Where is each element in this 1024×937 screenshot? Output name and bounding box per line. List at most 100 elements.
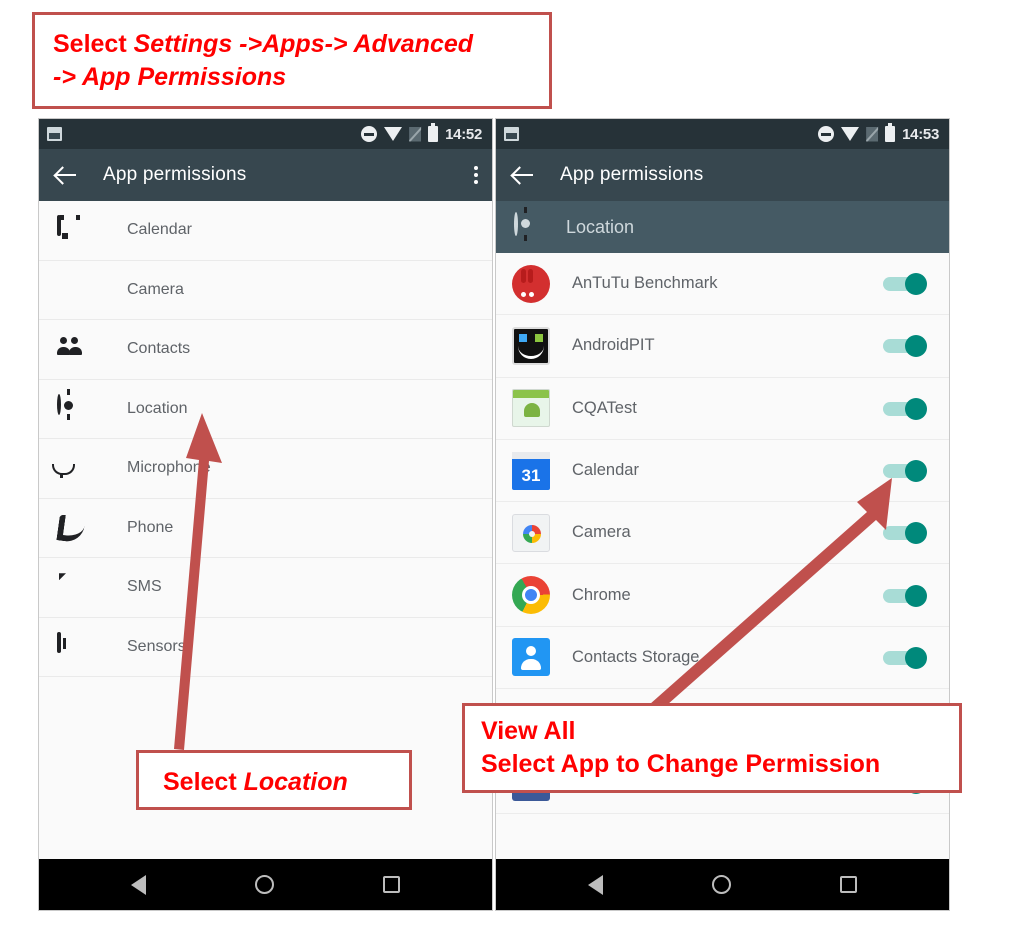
callout-steps-line1-plain: Select — [53, 30, 134, 58]
callout-steps-line1-italic: Settings ->Apps-> Advanced — [133, 30, 474, 58]
contacts-icon — [57, 336, 83, 362]
permission-toggle[interactable] — [883, 335, 927, 358]
permission-row-sms[interactable]: SMS — [39, 558, 492, 618]
screenshot-root: 14:52 App permissions Calendar Camera Co… — [0, 0, 1024, 937]
nav-recents-icon[interactable] — [839, 876, 857, 893]
camera-icon — [57, 277, 83, 303]
permission-toggle[interactable] — [883, 522, 927, 545]
camera-app-icon — [512, 513, 550, 552]
wifi-icon — [384, 127, 403, 141]
callout-steps-line2: -> App Permissions — [53, 63, 287, 91]
back-arrow-icon[interactable] — [55, 164, 77, 186]
battery-icon — [885, 123, 896, 142]
permission-row-microphone[interactable]: Microphone — [39, 439, 492, 499]
left-app-bar: App permissions — [39, 149, 492, 201]
status-right-icons: 14:52 — [361, 123, 482, 143]
nav-home-icon[interactable] — [711, 875, 731, 894]
permission-label: Contacts — [127, 340, 191, 358]
do-not-disturb-icon — [361, 126, 378, 142]
permission-toggle[interactable] — [883, 584, 927, 607]
overflow-menu-icon[interactable] — [473, 166, 478, 184]
app-label: CQATest — [572, 398, 637, 417]
left-status-bar: 14:52 — [39, 119, 492, 149]
app-label: AndroidPIT — [572, 336, 655, 355]
battery-icon — [428, 123, 439, 142]
permission-label: Sensors — [127, 637, 186, 655]
nav-back-icon[interactable] — [588, 874, 604, 895]
sms-icon — [57, 574, 83, 600]
callout-location-italic: Location — [243, 768, 348, 796]
app-row-cqatest[interactable]: CQATest — [496, 377, 949, 440]
permission-label: SMS — [127, 578, 162, 596]
permission-row-location[interactable]: Location — [39, 380, 492, 439]
status-clock: 14:53 — [902, 125, 939, 143]
page-title: App permissions — [103, 164, 247, 185]
screenshot-icon — [504, 127, 519, 141]
nav-recents-icon[interactable] — [382, 876, 400, 893]
permission-row-camera[interactable]: Camera — [39, 261, 492, 320]
callout-steps: Select Settings ->Apps-> Advanced -> App… — [32, 12, 552, 109]
location-subheader: Location — [496, 201, 949, 253]
page-title: App permissions — [560, 164, 704, 185]
callout-select-location: Select Location — [136, 750, 412, 810]
permission-row-calendar[interactable]: Calendar — [39, 201, 492, 261]
permission-label: Microphone — [127, 459, 211, 477]
app-label: AnTuTu Benchmark — [572, 274, 718, 293]
callout-viewall-line2: Select App to Change Permission — [481, 750, 881, 778]
permission-row-contacts[interactable]: Contacts — [39, 320, 492, 380]
permission-toggle[interactable] — [883, 273, 927, 296]
callout-viewall-line1: View All — [481, 717, 576, 745]
app-row-antutu[interactable]: AnTuTu Benchmark — [496, 253, 949, 316]
sensors-icon — [57, 631, 83, 660]
status-clock: 14:52 — [445, 125, 482, 143]
screenshot-icon — [47, 127, 62, 141]
app-row-contacts-storage[interactable]: Contacts Storage — [496, 626, 949, 690]
status-left-icons — [504, 127, 519, 141]
permission-label: Camera — [127, 280, 184, 298]
app-row-calendar[interactable]: 31 Calendar — [496, 439, 949, 503]
status-right-icons: 14:53 — [818, 123, 939, 143]
permission-toggle[interactable] — [883, 397, 927, 420]
calendar-icon — [57, 215, 83, 243]
antutu-icon — [512, 264, 550, 303]
no-sim-icon — [409, 126, 422, 142]
permissions-list: Calendar Camera Contacts Location Microp… — [39, 201, 492, 677]
subheader-label: Location — [566, 216, 635, 237]
app-label: Camera — [572, 523, 631, 542]
permission-label: Phone — [127, 518, 174, 536]
right-nav-bar — [496, 859, 949, 910]
microphone-icon — [57, 455, 83, 481]
app-label: Calendar — [572, 461, 639, 480]
do-not-disturb-icon — [818, 126, 835, 142]
app-row-camera[interactable]: Camera — [496, 502, 949, 565]
callout-view-all: View All Select App to Change Permission — [462, 703, 962, 793]
phone-icon — [57, 515, 83, 541]
callout-steps-line1: Select Settings ->Apps-> Advanced — [53, 28, 549, 61]
nav-back-icon[interactable] — [131, 874, 147, 895]
permission-row-sensors[interactable]: Sensors — [39, 618, 492, 677]
callout-location-plain: Select — [163, 768, 244, 796]
permission-toggle[interactable] — [883, 646, 927, 669]
app-row-androidpit[interactable]: AndroidPIT — [496, 315, 949, 378]
location-icon — [57, 393, 83, 422]
permission-toggle[interactable] — [883, 460, 927, 483]
androidpit-icon — [512, 326, 550, 365]
contacts-storage-icon — [512, 638, 550, 677]
left-nav-bar — [39, 859, 492, 910]
app-label: Contacts Storage — [572, 647, 700, 666]
chrome-icon — [512, 576, 550, 615]
right-app-bar: App permissions — [496, 149, 949, 201]
app-label: Chrome — [572, 585, 631, 604]
permission-label: Calendar — [127, 221, 192, 239]
permission-row-phone[interactable]: Phone — [39, 499, 492, 558]
back-arrow-icon[interactable] — [512, 164, 534, 186]
right-status-bar: 14:53 — [496, 119, 949, 149]
wifi-icon — [841, 127, 860, 141]
nav-home-icon[interactable] — [254, 875, 274, 894]
calendar-app-icon: 31 — [512, 451, 550, 490]
permission-label: Location — [127, 399, 188, 417]
no-sim-icon — [866, 126, 879, 142]
location-icon — [514, 212, 540, 240]
app-row-chrome[interactable]: Chrome — [496, 564, 949, 627]
status-left-icons — [47, 127, 62, 141]
